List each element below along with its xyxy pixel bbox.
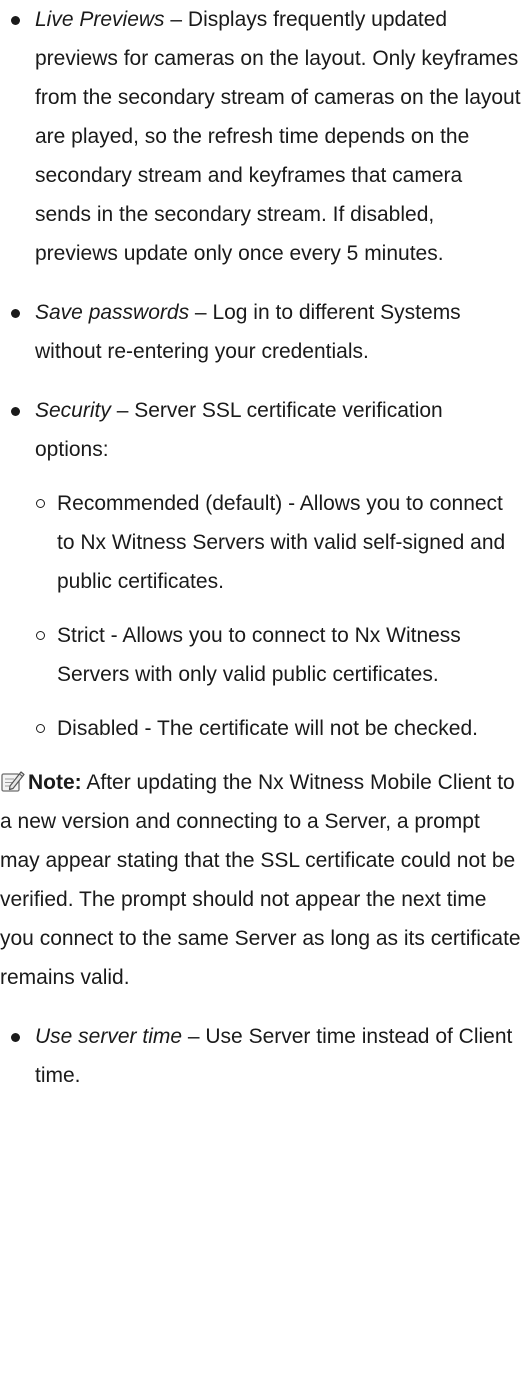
note-label: Note: [28,771,82,794]
option-text: Recommended (default) - Allows you to co… [57,492,506,593]
hollow-bullet-icon [36,724,45,733]
bullet-dot-icon [11,16,20,25]
item-term: Use server time [35,1025,183,1048]
security-option-strict: Strict - Allows you to connect to Nx Wit… [0,616,522,694]
note-text: After updating the Nx Witness Mobile Cli… [0,771,521,989]
item-term: Security [35,399,111,422]
document-page: Live Previews – Displays frequently upda… [0,0,528,1373]
list-item-live-previews: Live Previews – Displays frequently upda… [0,0,522,273]
bullet-dot-icon [11,1033,20,1042]
spacer [0,371,522,391]
spacer [0,694,522,709]
list-item-save-passwords: Save passwords – Log in to different Sys… [0,293,522,371]
bullet-dot-icon [11,309,20,318]
list-item-security: Security – Server SSL certificate verifi… [0,391,522,469]
hollow-bullet-icon [36,499,45,508]
settings-list: Live Previews – Displays frequently upda… [0,0,522,469]
security-option-recommended: Recommended (default) - Allows you to co… [0,484,522,601]
option-text: Strict - Allows you to connect to Nx Wit… [57,624,461,686]
item-separator: – [182,1025,206,1048]
security-options-list: Recommended (default) - Allows you to co… [0,484,522,748]
settings-list-continued: Use server time – Use Server time instea… [0,1017,522,1095]
option-text: Disabled - The certificate will not be c… [57,717,478,740]
item-term: Save passwords [35,301,190,324]
hollow-bullet-icon [36,631,45,640]
spacer [0,601,522,616]
item-description: Displays frequently updated previews for… [35,8,521,265]
security-option-disabled: Disabled - The certificate will not be c… [0,709,522,748]
item-separator: – [189,301,213,324]
bullet-dot-icon [11,407,20,416]
item-separator: – [164,8,188,31]
spacer [0,273,522,293]
list-item-use-server-time: Use server time – Use Server time instea… [0,1017,522,1095]
item-term: Live Previews [35,8,165,31]
item-separator: – [110,399,135,422]
note-pencil-icon [1,771,25,792]
note-paragraph: Note: After updating the Nx Witness Mobi… [0,763,522,997]
